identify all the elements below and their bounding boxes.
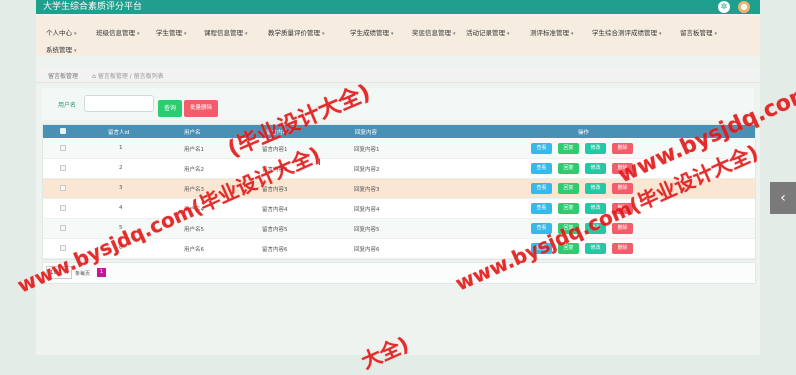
- cell-id: 4: [119, 205, 123, 211]
- row-checkbox[interactable]: [60, 205, 66, 211]
- cell-username: 用户名2: [184, 167, 204, 173]
- row-checkbox[interactable]: [60, 145, 66, 151]
- nav-item-system[interactable]: 系统管理 ▾: [46, 44, 77, 54]
- user-avatar-icon[interactable]: ●: [738, 1, 750, 13]
- cell-reply: 回复内容3: [354, 187, 380, 193]
- pagination: 10 ▾ 条每页 1: [42, 262, 756, 284]
- cell-reply: 回复内容1: [354, 147, 380, 153]
- view-button[interactable]: 查看: [531, 163, 552, 174]
- chevron-down-icon: ▾: [714, 31, 718, 37]
- nav-item-evaluation-standards[interactable]: 测评标准管理 ▾: [530, 27, 574, 37]
- chevron-down-icon: ▾: [245, 31, 248, 37]
- reply-button[interactable]: 回复: [558, 143, 579, 154]
- gear-icon[interactable]: ✲: [718, 1, 730, 13]
- nav-item-personal-center[interactable]: 个人中心 ▾: [46, 27, 77, 37]
- reply-button[interactable]: 回复: [558, 163, 579, 174]
- cell-reply: 回复内容5: [354, 227, 380, 233]
- nav-item-grades[interactable]: 学生成绩管理 ▾: [350, 27, 394, 37]
- chevron-down-icon: ▾: [453, 31, 456, 37]
- cell-id: 3: [119, 185, 123, 191]
- edit-button[interactable]: 修改: [585, 143, 606, 154]
- home-icon[interactable]: ⌂: [92, 73, 96, 80]
- cell-content: 留言内容4: [262, 207, 288, 213]
- breadcrumb: 留言板管理 ⌂ 留言板管理 / 留言板列表: [36, 68, 760, 83]
- chevron-down-icon: ▾: [74, 31, 77, 37]
- chevron-down-icon: ▾: [659, 31, 662, 37]
- row-checkbox[interactable]: [60, 185, 66, 191]
- nav-item-class-info[interactable]: 班级信息管理 ▾: [96, 27, 140, 37]
- column-header-actions: 操作: [578, 130, 590, 136]
- cell-content: 留言内容6: [262, 247, 288, 253]
- app-window: 大学生综合素质评分平台 ✲ ● 个人中心 ▾ 班级信息管理 ▾ 学生管理 ▾ 课程信息…: [36, 0, 760, 355]
- nav-item-activity-records[interactable]: 活动记录管理 ▾: [466, 27, 510, 37]
- delete-button[interactable]: 删除: [612, 243, 633, 254]
- view-button[interactable]: 查看: [531, 143, 552, 154]
- chevron-down-icon: ▾: [137, 31, 140, 37]
- view-button[interactable]: 查看: [531, 183, 552, 194]
- nav-item-course-info[interactable]: 课程信息管理 ▾: [204, 27, 248, 37]
- cell-id: 1: [119, 145, 123, 151]
- cell-username: 用户名6: [184, 247, 204, 253]
- cell-id: 2: [119, 165, 123, 171]
- edit-button[interactable]: 修改: [585, 183, 606, 194]
- search-bar: 用户名 查询 批量删除: [42, 88, 754, 120]
- chevron-down-icon: ▾: [391, 31, 394, 37]
- breadcrumb-trail: ⌂ 留言板管理 / 留言板列表: [92, 73, 164, 80]
- nav-item-message-board[interactable]: 留言板管理 ▾: [680, 27, 717, 37]
- top-bar-icons: ✲ ●: [718, 1, 750, 13]
- cell-reply: 回复内容4: [354, 207, 380, 213]
- app-title: 大学生综合素质评分平台: [43, 2, 143, 12]
- search-input[interactable]: [84, 95, 154, 112]
- column-header-reply[interactable]: 回复内容: [355, 128, 377, 136]
- reply-button[interactable]: 回复: [558, 183, 579, 194]
- chevron-down-icon: ▾: [74, 48, 77, 54]
- cell-reply: 回复内容2: [354, 167, 380, 173]
- main-nav: 个人中心 ▾ 班级信息管理 ▾ 学生管理 ▾ 课程信息管理 ▾ 教学质量评价管理 ▾ 学生…: [36, 16, 760, 56]
- row-checkbox[interactable]: [60, 225, 66, 231]
- cell-reply: 回复内容6: [354, 247, 380, 253]
- column-header-id[interactable]: 留言人id: [108, 128, 130, 136]
- row-checkbox[interactable]: [60, 165, 66, 171]
- nav-item-rewards[interactable]: 奖惩信息管理 ▾: [412, 27, 456, 37]
- edit-button[interactable]: 修改: [585, 243, 606, 254]
- select-all-checkbox[interactable]: [60, 128, 66, 134]
- chevron-left-icon[interactable]: ‹: [770, 182, 796, 214]
- search-button[interactable]: 查询: [158, 100, 182, 117]
- search-label: 用户名: [58, 102, 77, 109]
- batch-delete-button[interactable]: 批量删除: [184, 100, 218, 117]
- column-header-username[interactable]: 用户名: [184, 128, 201, 136]
- nav-item-students[interactable]: 学生管理 ▾: [156, 27, 187, 37]
- chevron-down-icon: ▾: [322, 31, 325, 37]
- cell-content: 留言内容5: [262, 227, 288, 233]
- top-bar: 大学生综合素质评分平台 ✲ ●: [36, 0, 760, 14]
- chevron-down-icon: ▾: [571, 31, 574, 37]
- chevron-down-icon: ▾: [507, 31, 510, 37]
- cell-username: 用户名1: [184, 147, 204, 153]
- view-button[interactable]: 查看: [531, 203, 552, 214]
- cell-username: 用户名5: [184, 227, 204, 233]
- nav-item-comprehensive-scores[interactable]: 学生综合测评成绩管理 ▾: [592, 27, 662, 37]
- table-header: 留言人id 用户名 留言内容 回复内容 操作: [43, 125, 755, 138]
- page-button-current[interactable]: 1: [97, 268, 106, 277]
- nav-item-teaching-evaluation[interactable]: 教学质量评价管理 ▾: [268, 27, 325, 37]
- chevron-down-icon: ▾: [184, 31, 187, 37]
- breadcrumb-title: 留言板管理: [48, 73, 79, 80]
- edit-button[interactable]: 修改: [585, 163, 606, 174]
- reply-button[interactable]: 回复: [558, 203, 579, 214]
